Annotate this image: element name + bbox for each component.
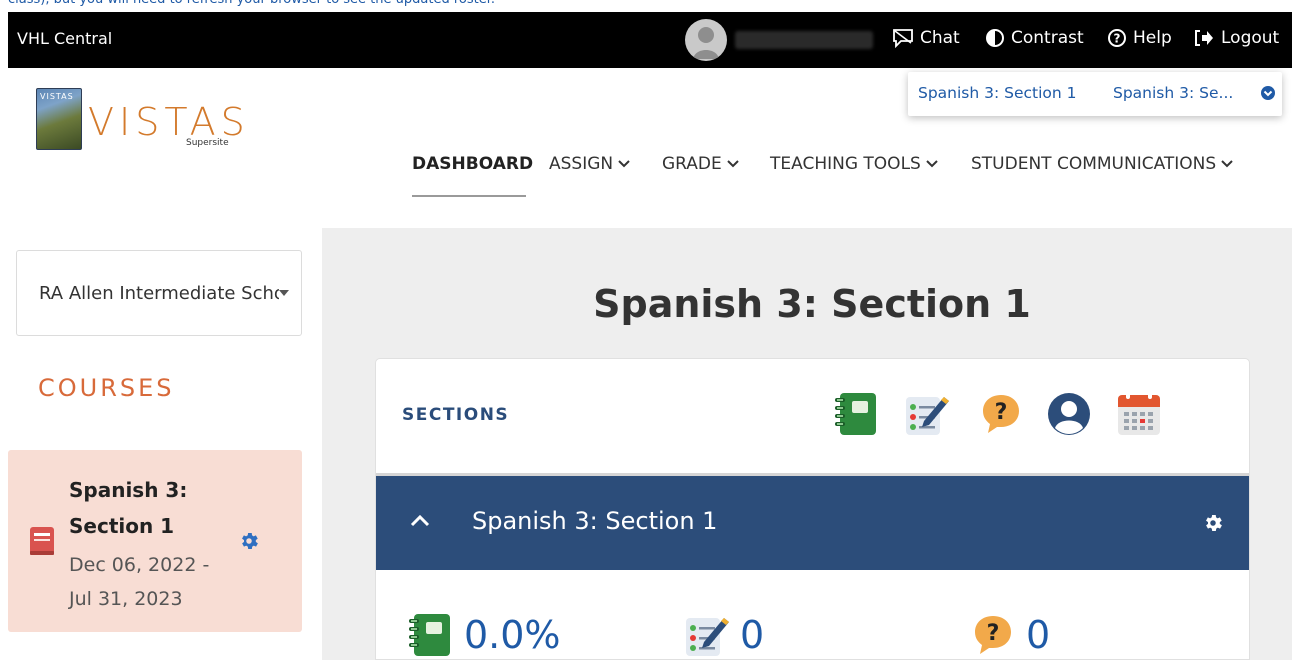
help-circle-icon: ? [1108, 29, 1126, 47]
nav-assign[interactable]: ASSIGN [549, 154, 630, 174]
page-title: Spanish 3: Section 1 [593, 282, 1031, 326]
contrast-label: Contrast [1011, 28, 1084, 48]
vistas-logo[interactable]: VISTAS VISTAS Supersite [36, 88, 266, 158]
help-label: Help [1133, 28, 1172, 48]
stat-questions-value: 0 [1026, 613, 1051, 657]
gear-icon[interactable] [1202, 512, 1224, 534]
avatar-silhouette-icon [693, 27, 719, 59]
brand-link[interactable]: VHL Central [17, 29, 112, 48]
assignment-icon [686, 618, 729, 656]
question-icon: ? [975, 616, 1011, 654]
help-link[interactable]: ? Help [1107, 28, 1172, 48]
top-bar: VHL Central Chat Contrast ? Help Logout [8, 12, 1292, 68]
question-icon[interactable]: ? [976, 389, 1026, 439]
course-dates: Dec 06, 2022 - Jul 31, 2023 [69, 554, 210, 610]
section-row-title: Spanish 3: Section 1 [472, 507, 718, 535]
stat-gradebook[interactable]: 0.0% [406, 605, 561, 659]
nav-item-label: GRADE [662, 154, 722, 174]
gear-icon[interactable] [238, 530, 260, 552]
logout-label: Logout [1221, 28, 1280, 48]
chevron-down-icon [1221, 160, 1233, 168]
textbook-cover-icon: VISTAS [36, 88, 82, 150]
assignment-icon[interactable] [902, 389, 952, 439]
sections-panel: SECTIONS ? Spanish 3: Section 1 0.0% 0 ?… [375, 358, 1250, 660]
svg-text:?: ? [987, 621, 1000, 646]
nav-item-label: ASSIGN [549, 154, 614, 174]
nav-teaching-tools[interactable]: TEACHING TOOLS [770, 154, 938, 174]
caret-down-icon [279, 290, 289, 296]
nav-student-communications[interactable]: STUDENT COMMUNICATIONS [971, 154, 1233, 174]
chevron-down-icon [926, 160, 938, 168]
nav-active-underline [412, 195, 526, 197]
section-switcher-item[interactable]: Spanish 3: Section 1 [918, 84, 1077, 102]
course-title: Spanish 3: Section 1 [69, 478, 188, 538]
logout-link[interactable]: Logout [1193, 28, 1279, 48]
svg-text:?: ? [995, 400, 1008, 425]
section-switcher-item[interactable]: Spanish 3: Se... [1113, 84, 1233, 102]
gradebook-icon[interactable] [832, 389, 882, 439]
username-redacted [735, 31, 873, 49]
school-select-value: RA Allen Intermediate School [39, 283, 279, 304]
book-icon [30, 527, 54, 555]
courses-heading: COURSES [38, 374, 175, 402]
nav-item-label: DASHBOARD [412, 154, 534, 174]
section-switcher[interactable]: Spanish 3: Section 1 Spanish 3: Se... [908, 72, 1282, 116]
book-cover-label: VISTAS [40, 92, 74, 101]
section-row-header[interactable]: Spanish 3: Section 1 [376, 476, 1249, 570]
nav-grade[interactable]: GRADE [662, 154, 739, 174]
contrast-icon [986, 29, 1004, 47]
stat-assignments[interactable]: 0 [682, 605, 765, 659]
main-nav: DASHBOARD ASSIGN GRADE TEACHING TOOLS ST… [0, 154, 1292, 178]
logo-subtitle: Supersite [186, 138, 229, 148]
chevron-down-icon [727, 160, 739, 168]
school-select[interactable]: RA Allen Intermediate School [16, 250, 302, 336]
stat-gradebook-value: 0.0% [464, 613, 561, 657]
chevron-up-icon[interactable] [410, 513, 430, 527]
page-snippet-text: class), but you will need to refresh you… [8, 0, 495, 8]
nav-dashboard[interactable]: DASHBOARD [412, 154, 533, 174]
logout-icon [1195, 30, 1213, 46]
svg-text:?: ? [1114, 32, 1121, 46]
stat-questions[interactable]: ? 0 [968, 605, 1051, 659]
contrast-link[interactable]: Contrast [985, 28, 1084, 48]
course-card[interactable]: Spanish 3: Section 1 Dec 06, 2022 - Jul … [8, 450, 302, 632]
user-avatar[interactable] [685, 19, 727, 61]
sections-heading: SECTIONS [402, 405, 510, 425]
calendar-icon[interactable] [1114, 389, 1164, 439]
nav-item-label: STUDENT COMMUNICATIONS [971, 154, 1217, 174]
chevron-down-circle-icon[interactable] [1260, 85, 1276, 101]
user-icon[interactable] [1044, 389, 1094, 439]
chat-icon [893, 29, 913, 48]
stat-assignments-value: 0 [740, 613, 765, 657]
nav-item-label: TEACHING TOOLS [770, 154, 921, 174]
gradebook-icon [409, 614, 450, 656]
chat-link[interactable]: Chat [892, 28, 960, 48]
chevron-down-icon [618, 160, 630, 168]
chat-label: Chat [920, 28, 960, 48]
